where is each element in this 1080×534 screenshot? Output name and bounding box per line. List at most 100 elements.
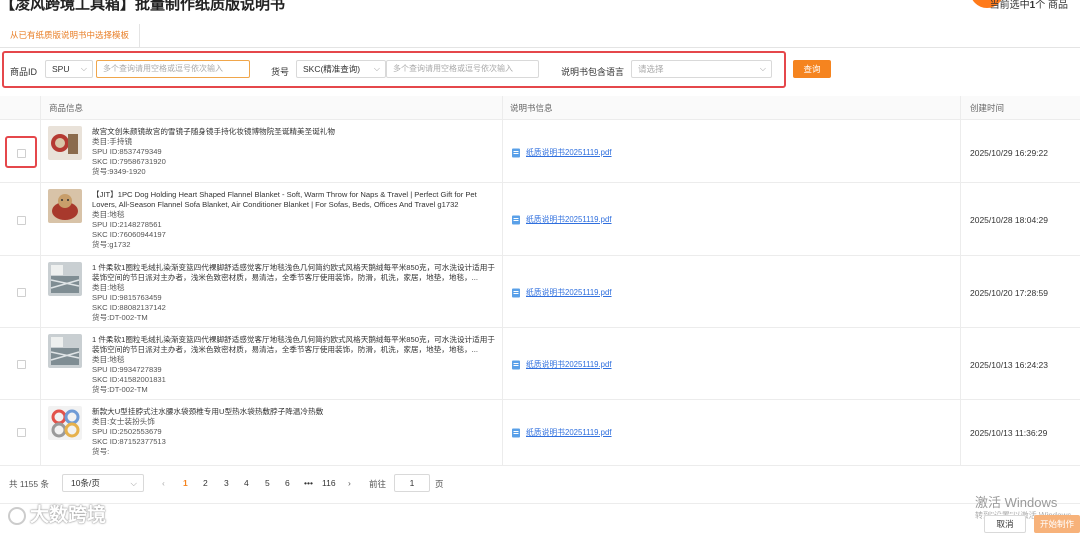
total-count: 共 1155 条	[9, 479, 50, 489]
sku-type-select[interactable]: SKC(精准查询) ⌵	[296, 60, 386, 78]
prev-page-icon[interactable]: ‹	[162, 478, 165, 488]
product-sku: 货号:	[92, 446, 110, 456]
product-spu: SPU ID:2148278561	[92, 219, 162, 229]
table-row[interactable]: 【JIT】1PC Dog Holding Heart Shaped Flanne…	[0, 183, 1080, 256]
product-title: 【JIT】1PC Dog Holding Heart Shaped Flanne…	[92, 190, 477, 209]
created-time: 2025/10/13 16:24:23	[970, 360, 1048, 370]
language-select[interactable]: 请选择 ⌵	[631, 60, 772, 78]
created-time: 2025/10/29 16:29:22	[970, 148, 1048, 158]
product-info: 1 件柔软1圈粒毛绒扎染渐变篮四代裸脚舒适感觉客厅地毯浅色几何简约欧式风格天鹅绒…	[92, 335, 497, 394]
pdf-file-icon	[512, 215, 520, 224]
product-skc: SKC ID:76060944197	[92, 229, 166, 239]
manual-file-link[interactable]: 纸质说明书20251119.pdf	[526, 288, 612, 297]
tab-bar: 从已有纸质版说明书中选择模板	[0, 24, 1080, 48]
product-category: 类目:地毯	[92, 354, 125, 364]
product-id-input[interactable]: 多个查询请用空格或逗号依次输入	[96, 60, 250, 78]
page-ellipsis[interactable]: •••	[304, 478, 313, 488]
start-button[interactable]: 开始制作	[1034, 515, 1080, 533]
manual-file-link[interactable]: 纸质说明书20251119.pdf	[526, 428, 612, 437]
product-category: 类目:地毯	[92, 209, 125, 219]
page-number[interactable]: 1	[183, 478, 188, 488]
sku-type-value: SKC(精准查询)	[303, 64, 361, 74]
next-page-icon[interactable]: ›	[348, 478, 351, 488]
checkbox-highlight-box	[5, 136, 37, 168]
language-placeholder: 请选择	[638, 64, 664, 74]
page-number[interactable]: 2	[203, 478, 208, 488]
footer-divider	[0, 503, 1080, 504]
manual-file-link[interactable]: 纸质说明书20251119.pdf	[526, 148, 612, 157]
product-thumbnail	[48, 189, 82, 223]
column-header-created: 创建时间	[970, 103, 1005, 113]
table-row[interactable]: 1 件柔软1圈粒毛绒扎染渐变篮四代裸脚舒适感觉客厅地毯浅色几何简约欧式风格天鹅绒…	[0, 256, 1080, 328]
product-info: 故宫文创朱颜镜故宫的雪镜子随身镜手持化妆镜博物院圣诞精美圣诞礼物 类目:手持镜 …	[92, 127, 497, 177]
product-thumbnail	[48, 262, 82, 296]
product-spu: SPU ID:9815763459	[92, 292, 162, 302]
watermark-logo: 大数跨境	[8, 500, 106, 527]
pagination: 共 1155 条 10条/页 ⌵ ‹ 1 2 3 4 5 6 ••• 116 ›…	[0, 474, 1080, 494]
selection-suffix: 个 商品	[1035, 0, 1068, 11]
table-row[interactable]: 1 件柔软1圈粒毛绒扎染渐变篮四代裸脚舒适感觉客厅地毯浅色几何简约欧式风格天鹅绒…	[0, 328, 1080, 400]
page-number[interactable]: 4	[244, 478, 249, 488]
page-size-value: 10条/页	[71, 478, 100, 488]
page-number[interactable]: 116	[322, 478, 336, 488]
goto-page-input[interactable]: 1	[394, 474, 430, 492]
created-time: 2025/10/28 18:04:29	[970, 215, 1048, 225]
row-checkbox[interactable]	[17, 428, 26, 437]
product-skc: SKC ID:41582001831	[92, 374, 166, 384]
product-spu: SPU ID:8537479349	[92, 146, 162, 156]
product-id-type-select[interactable]: SPU ⌵	[45, 60, 93, 78]
manual-file[interactable]: 纸质说明书20251119.pdf	[511, 147, 612, 158]
product-title: 1 件柔软1圈粒毛绒扎染渐变篮四代裸脚舒适感觉客厅地毯浅色几何简约欧式风格天鹅绒…	[92, 335, 495, 354]
product-category: 类目:手持镜	[92, 136, 133, 146]
tab-select-template[interactable]: 从已有纸质版说明书中选择模板	[0, 24, 141, 47]
created-time: 2025/10/13 11:36:29	[970, 428, 1048, 438]
table-row[interactable]: 新款大U型挂脖式注水腰水袋颈椎专用U型热水袋热敷脖子降温冷热敷 类目:女士装扮头…	[0, 400, 1080, 466]
chevron-down-icon: ⌵	[80, 64, 87, 73]
column-header-manual: 说明书信息	[510, 103, 553, 113]
chevron-down-icon: ⌵	[130, 478, 137, 488]
page-number[interactable]: 6	[285, 478, 290, 488]
product-skc: SKC ID:88082137142	[92, 302, 166, 312]
product-skc: SKC ID:87152377513	[92, 436, 166, 446]
manual-file-link[interactable]: 纸质说明书20251119.pdf	[526, 215, 612, 224]
manual-file[interactable]: 纸质说明书20251119.pdf	[511, 214, 612, 225]
product-thumbnail	[48, 406, 82, 440]
row-checkbox[interactable]	[17, 216, 26, 225]
created-time: 2025/10/20 17:28:59	[970, 288, 1048, 298]
cancel-button[interactable]: 取消	[984, 515, 1026, 533]
sku-label: 货号	[271, 67, 290, 77]
table-header: 商品信息 说明书信息 创建时间	[0, 96, 1080, 120]
product-sku: 货号:g1732	[92, 239, 131, 249]
manual-file-link[interactable]: 纸质说明书20251119.pdf	[526, 360, 612, 369]
language-label: 说明书包含语言	[561, 67, 625, 77]
page-number[interactable]: 3	[224, 478, 229, 488]
logo-icon	[8, 506, 26, 525]
manual-file[interactable]: 纸质说明书20251119.pdf	[511, 427, 612, 438]
windows-activation-title: 激活 Windows	[975, 495, 1058, 510]
manual-file[interactable]: 纸质说明书20251119.pdf	[511, 287, 612, 298]
product-sku: 货号:9349-1920	[92, 166, 146, 176]
query-button[interactable]: 查询	[793, 60, 831, 78]
sku-input[interactable]: 多个查询请用空格或逗号依次输入	[386, 60, 539, 78]
product-info: 【JIT】1PC Dog Holding Heart Shaped Flanne…	[92, 190, 497, 249]
product-info: 新款大U型挂脖式注水腰水袋颈椎专用U型热水袋热敷脖子降温冷热敷 类目:女士装扮头…	[92, 407, 497, 457]
selection-prefix: 当前选中	[989, 0, 1030, 11]
goto-label: 前往	[369, 479, 387, 489]
manual-file[interactable]: 纸质说明书20251119.pdf	[511, 359, 612, 370]
row-checkbox[interactable]	[17, 288, 26, 297]
page-size-select[interactable]: 10条/页 ⌵	[62, 474, 144, 492]
product-sku: 货号:DT-002-TM	[92, 384, 148, 394]
table-row[interactable]: 故宫文创朱颜镜故宫的雪镜子随身镜手持化妆镜博物院圣诞精美圣诞礼物 类目:手持镜 …	[0, 120, 1080, 183]
page-title: 【凌风跨境工具箱】批量制作纸质版说明书	[0, 0, 286, 13]
pdf-file-icon	[512, 288, 520, 297]
pdf-file-icon	[512, 148, 520, 157]
product-id-label: 商品ID	[10, 67, 38, 77]
product-title: 1 件柔软1圈粒毛绒扎染渐变篮四代裸脚舒适感觉客厅地毯浅色几何简约欧式风格天鹅绒…	[92, 263, 495, 282]
chevron-down-icon: ⌵	[759, 64, 766, 73]
row-checkbox[interactable]	[17, 360, 26, 369]
page-suffix: 页	[435, 479, 444, 489]
page-number[interactable]: 5	[265, 478, 270, 488]
pdf-file-icon	[512, 428, 520, 437]
product-thumbnail	[48, 334, 82, 368]
product-title: 故宫文创朱颜镜故宫的雪镜子随身镜手持化妆镜博物院圣诞精美圣诞礼物	[92, 127, 335, 136]
